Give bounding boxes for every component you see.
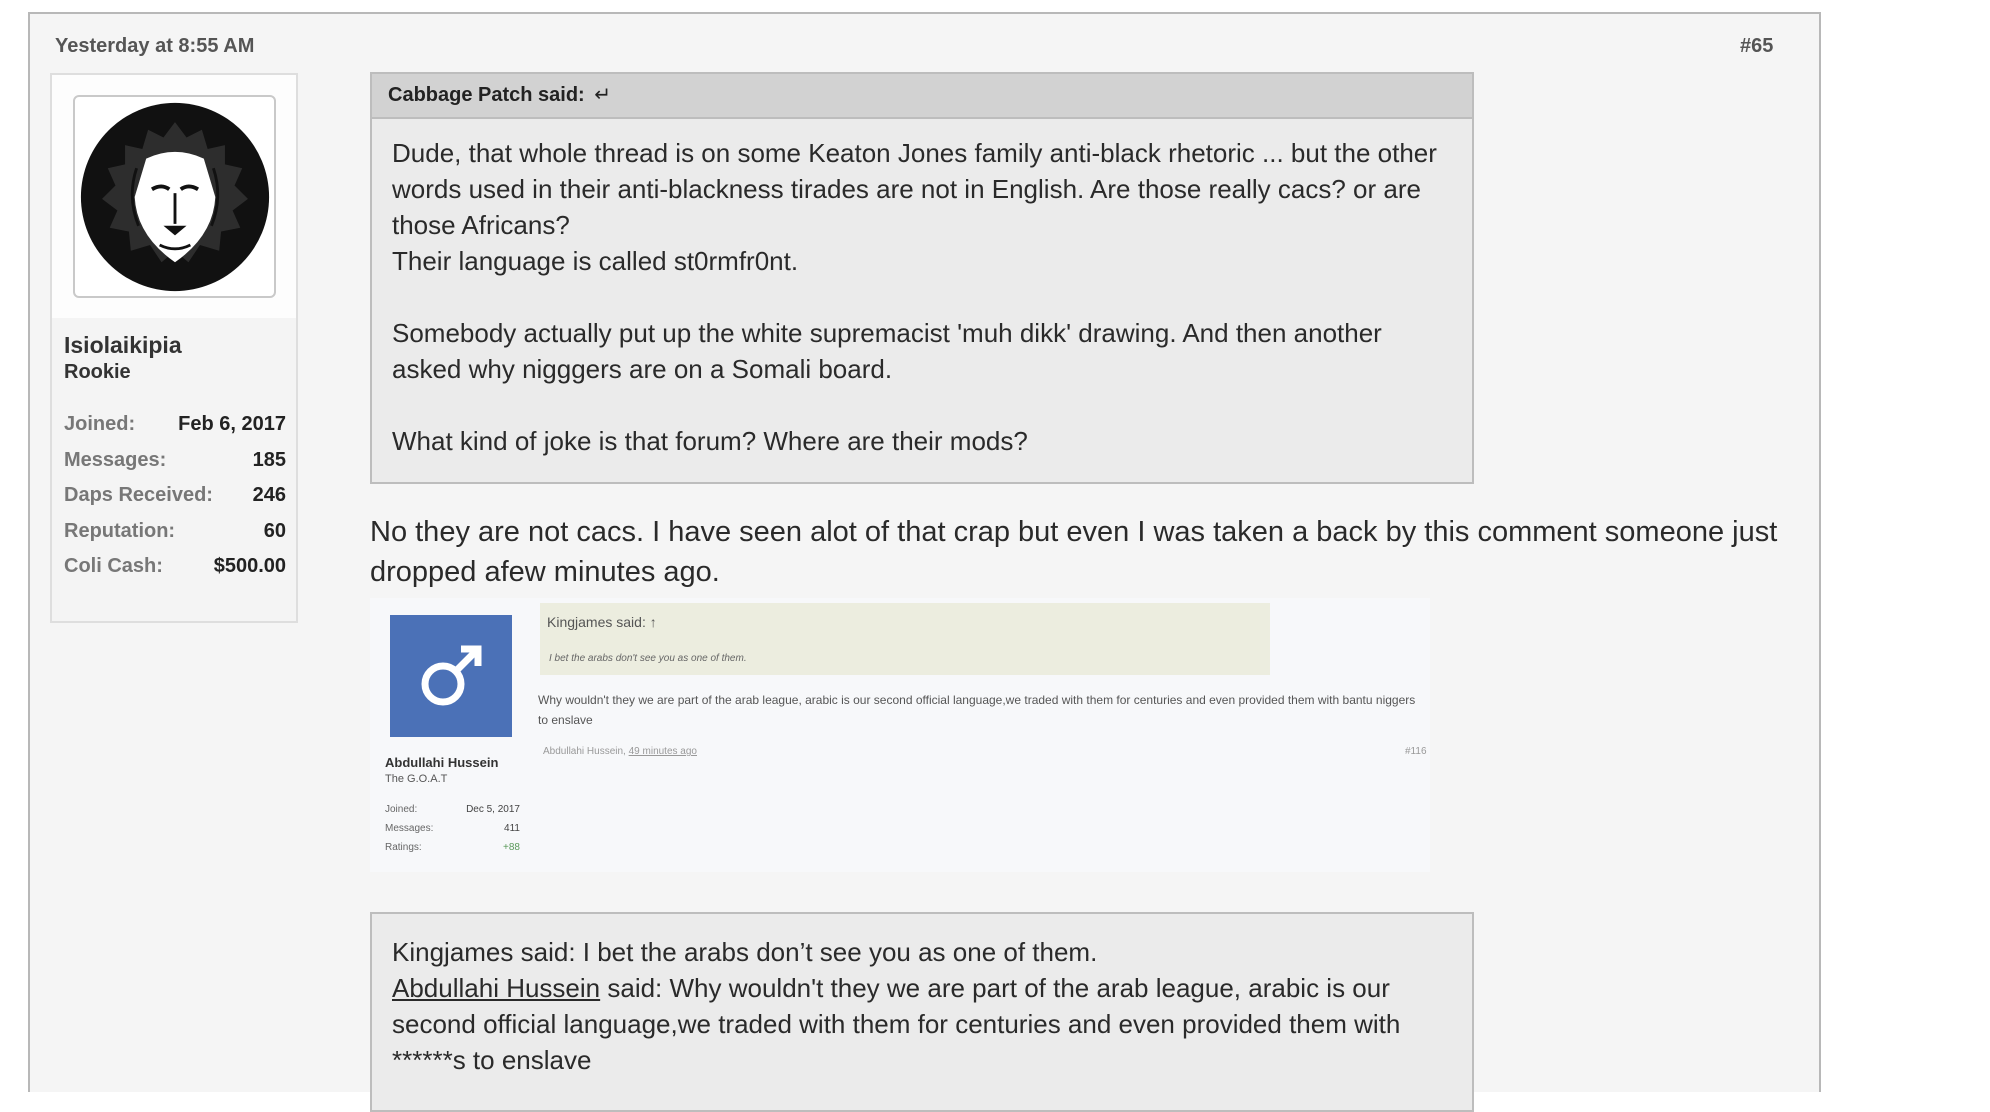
avatar[interactable] bbox=[73, 95, 276, 298]
quote-header: Cabbage Patch said: ↵ bbox=[372, 74, 1472, 119]
ss-quote-author: Kingjames said: ↑ bbox=[547, 614, 657, 630]
ss-stat-label: Ratings: bbox=[385, 842, 422, 853]
stat-label: Reputation: bbox=[64, 519, 176, 542]
ss-stat-label: Messages: bbox=[385, 823, 434, 834]
user-title: Rookie bbox=[64, 361, 131, 383]
ss-stat-value: +88 bbox=[503, 842, 520, 853]
post-message: No they are not cacs. I have seen alot o… bbox=[370, 516, 1778, 588]
stat-label: Messages: bbox=[64, 448, 167, 471]
quote-line: Their language is called st0rmfr0nt. bbox=[392, 246, 799, 276]
user-info-panel: Isiolaikipia Rookie Joined: Feb 6, 2017 … bbox=[50, 73, 298, 623]
quote-block: Cabbage Patch said: ↵ Dude, that whole t… bbox=[370, 72, 1474, 484]
lion-head-icon bbox=[80, 102, 269, 291]
username[interactable]: Isiolaikipia bbox=[64, 332, 182, 359]
stat-value: 246 bbox=[252, 484, 286, 506]
stat-label: Joined: bbox=[64, 413, 136, 435]
ss-footer: Abdullahi Hussein, 49 minutes ago bbox=[543, 746, 697, 757]
stat-daps: Daps Received: 246 bbox=[64, 484, 286, 520]
quote-body: Dude, that whole thread is on some Keato… bbox=[372, 119, 1472, 459]
stat-coli-cash: Coli Cash: $500.00 bbox=[64, 555, 286, 591]
ss-stats: Joined: Dec 5, 2017 Messages: 411 Rating… bbox=[385, 804, 520, 861]
stat-value: Feb 6, 2017 bbox=[178, 413, 286, 435]
user-stats: Joined: Feb 6, 2017 Messages: 185 Daps R… bbox=[64, 413, 286, 591]
user-link[interactable]: Abdullahi Hussein bbox=[392, 973, 600, 1003]
quote-line: What kind of joke is that forum? Where a… bbox=[392, 426, 1028, 456]
stat-messages: Messages: 185 bbox=[64, 449, 286, 485]
ss-quote-block: Kingjames said: ↑ I bet the arabs don't … bbox=[540, 603, 1270, 675]
quote-line: Somebody actually put up the white supre… bbox=[392, 318, 1382, 384]
ss-username: Abdullahi Hussein bbox=[385, 755, 499, 770]
ss-stat-row: Ratings: +88 bbox=[385, 842, 520, 861]
male-symbol-icon bbox=[390, 615, 512, 737]
avatar-area bbox=[52, 75, 296, 318]
ss-post-number: #116 bbox=[1405, 746, 1427, 757]
ss-stat-value: 411 bbox=[504, 823, 520, 834]
ss-stat-label: Joined: bbox=[385, 804, 418, 815]
transcript-quote: Kingjames said: I bet the arabs don’t se… bbox=[370, 912, 1474, 1112]
transcript-line-2: Abdullahi Hussein said: Why wouldn't the… bbox=[392, 970, 1452, 1078]
stat-reputation: Reputation: 60 bbox=[64, 520, 286, 556]
ss-stat-row: Joined: Dec 5, 2017 bbox=[385, 804, 520, 823]
quote-line: Dude, that whole thread is on some Keato… bbox=[392, 138, 1437, 240]
ss-footer-time: 49 minutes ago bbox=[628, 746, 697, 757]
post-timestamp[interactable]: Yesterday at 8:55 AM bbox=[55, 35, 254, 58]
ss-stat-value: Dec 5, 2017 bbox=[466, 804, 520, 815]
embedded-screenshot[interactable]: Abdullahi Hussein The G.O.A.T Joined: De… bbox=[370, 598, 1430, 872]
ss-quote-text: I bet the arabs don't see you as one of … bbox=[549, 653, 747, 664]
stat-label: Daps Received: bbox=[64, 484, 213, 506]
post-permalink[interactable]: #65 bbox=[1740, 35, 1773, 58]
ss-message: Why wouldn't they we are part of the ara… bbox=[538, 693, 1416, 727]
stat-label: Coli Cash: bbox=[64, 555, 163, 577]
stat-joined: Joined: Feb 6, 2017 bbox=[64, 413, 286, 449]
quote-author: Cabbage Patch said: bbox=[388, 84, 585, 106]
ss-stat-row: Messages: 411 bbox=[385, 823, 520, 842]
ss-user-title: The G.O.A.T bbox=[385, 773, 448, 785]
stat-value: $500.00 bbox=[213, 555, 286, 577]
stat-value: 60 bbox=[263, 519, 286, 542]
return-arrow-icon[interactable]: ↵ bbox=[594, 84, 611, 106]
transcript-line: Kingjames said: I bet the arabs don’t se… bbox=[392, 937, 1098, 967]
stat-value[interactable]: 185 bbox=[253, 449, 286, 485]
ss-footer-author: Abdullahi Hussein, bbox=[543, 746, 626, 757]
